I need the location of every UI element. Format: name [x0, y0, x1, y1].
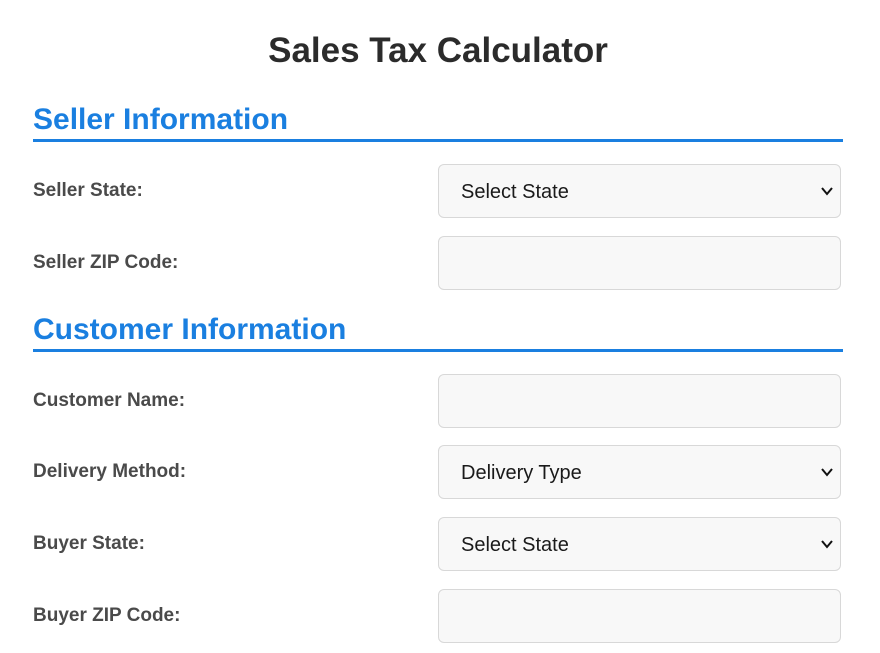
buyer-zip-label: Buyer ZIP Code:	[33, 605, 181, 626]
delivery-method-selected-value: Delivery Type	[461, 462, 582, 484]
customer-section-heading: Customer Information	[33, 311, 843, 352]
seller-state-label: Seller State:	[33, 180, 143, 201]
buyer-state-select[interactable]: Select State	[438, 517, 841, 571]
delivery-method-select[interactable]: Delivery Type	[438, 445, 841, 499]
chevron-down-icon	[821, 540, 833, 549]
buyer-state-selected-value: Select State	[461, 534, 569, 556]
page-title: Sales Tax Calculator	[268, 31, 608, 70]
sales-tax-form: Sales Tax Calculator Seller Information …	[0, 0, 880, 653]
seller-state-select[interactable]: Select State	[438, 164, 841, 218]
customer-name-label: Customer Name:	[33, 390, 186, 411]
seller-zip-input[interactable]	[438, 236, 841, 290]
delivery-method-label: Delivery Method:	[33, 461, 187, 482]
seller-zip-label: Seller ZIP Code:	[33, 252, 179, 273]
seller-section-heading: Seller Information	[33, 101, 843, 142]
buyer-state-label: Buyer State:	[33, 533, 145, 554]
customer-name-input[interactable]	[438, 374, 841, 428]
seller-state-selected-value: Select State	[461, 181, 569, 203]
chevron-down-icon	[821, 187, 833, 196]
buyer-zip-input[interactable]	[438, 589, 841, 643]
chevron-down-icon	[821, 468, 833, 477]
